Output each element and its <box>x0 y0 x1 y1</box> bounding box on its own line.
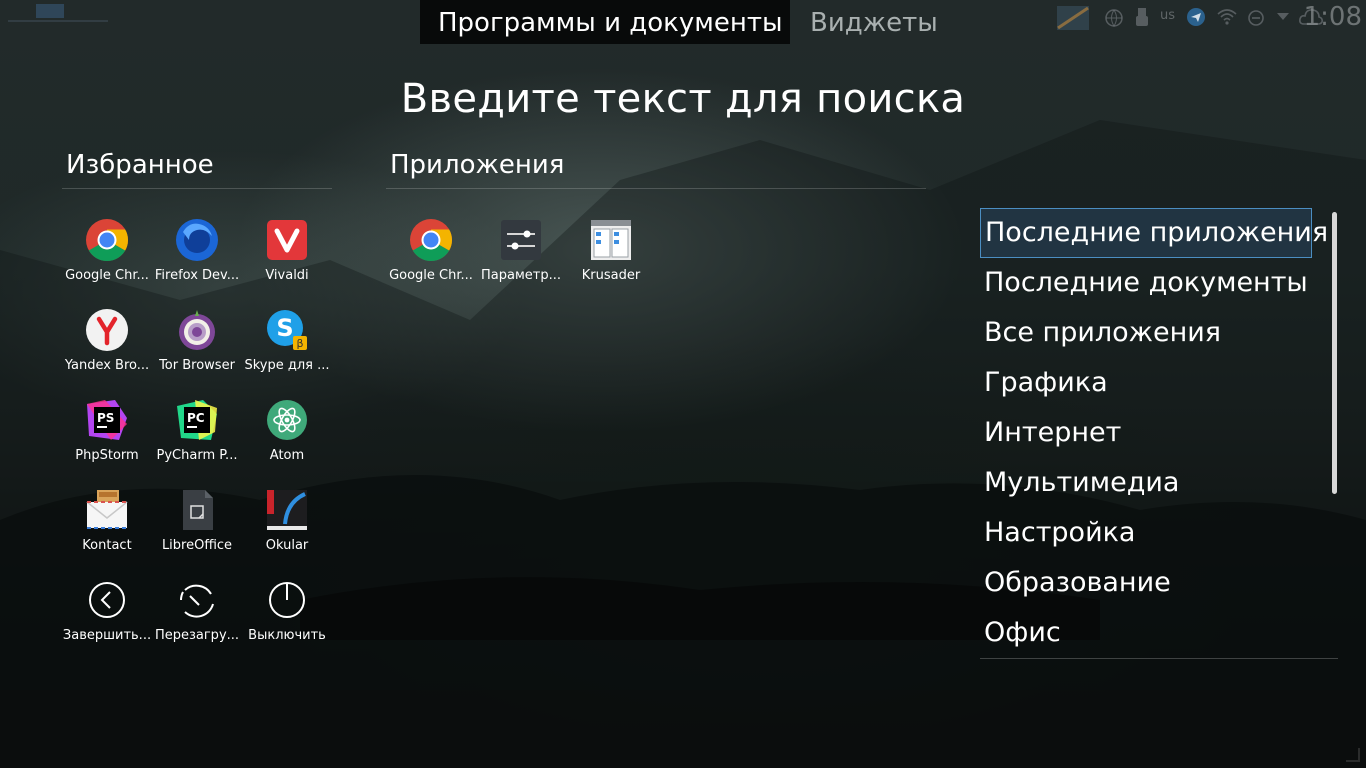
favorite-item-atom[interactable]: Atom <box>242 390 332 480</box>
panel-divider <box>8 20 108 22</box>
apps-title: Приложения <box>390 150 565 180</box>
okular-icon <box>267 490 307 530</box>
favorite-item-tor[interactable]: Tor Browser <box>152 300 242 390</box>
favorite-label: Yandex Bro... <box>64 358 150 373</box>
weather-widget-icon[interactable] <box>1056 4 1090 32</box>
tab-widgets[interactable]: Виджеты <box>792 0 956 44</box>
top-left-panel <box>0 0 120 34</box>
favorite-label: Vivaldi <box>265 268 309 283</box>
tab-programs-documents[interactable]: Программы и документы <box>420 0 790 44</box>
favorite-label: LibreOffice <box>161 538 233 553</box>
resize-grip[interactable] <box>1346 748 1360 762</box>
category-internet[interactable]: Интернет <box>980 408 1312 458</box>
search-prompt[interactable]: Введите текст для поиска <box>0 76 1366 122</box>
favorite-item-kontact[interactable]: Kontact <box>62 480 152 570</box>
favorite-label: PyCharm P... <box>156 448 238 463</box>
svg-text:β: β <box>296 337 303 350</box>
svg-text:PS: PS <box>97 411 114 425</box>
kontact-icon <box>86 490 128 529</box>
chevron-down-icon[interactable] <box>1276 12 1290 22</box>
category-all-apps[interactable]: Все приложения <box>980 308 1312 358</box>
category-divider <box>980 658 1338 659</box>
vpn-icon[interactable] <box>1246 8 1266 28</box>
skype-icon: S β <box>267 310 307 350</box>
favorite-item-pycharm[interactable]: PC PyCharm P... <box>152 390 242 480</box>
favorite-item-phpstorm[interactable]: PS PhpStorm <box>62 390 152 480</box>
globe-icon[interactable] <box>1104 8 1124 28</box>
keyboard-layout-indicator[interactable]: us <box>1160 8 1175 23</box>
krusader-icon <box>591 220 631 260</box>
app-label: Krusader <box>581 268 641 283</box>
category-education[interactable]: Образование <box>980 558 1312 608</box>
app-item-settings[interactable]: Параметр... <box>476 210 566 300</box>
apps-divider <box>386 188 926 189</box>
favorite-item-yandex[interactable]: Yandex Bro... <box>62 300 152 390</box>
favorite-item-restart[interactable]: Перезагру... <box>152 570 242 660</box>
favorite-label: Выключить <box>248 628 326 643</box>
app-label: Параметр... <box>481 268 561 283</box>
logout-icon <box>89 582 125 618</box>
category-recent-documents[interactable]: Последние документы <box>980 258 1312 308</box>
category-settings[interactable]: Настройка <box>980 508 1312 558</box>
favorites-title: Избранное <box>66 150 214 180</box>
clock[interactable]: 1:08 <box>1304 2 1362 32</box>
category-recent-apps[interactable]: Последние приложения <box>980 208 1328 258</box>
chrome-icon <box>410 219 453 262</box>
svg-text:PC: PC <box>187 411 205 425</box>
favorite-label: Skype для ... <box>244 358 330 373</box>
telegram-icon[interactable] <box>1186 7 1206 27</box>
tor-icon <box>179 310 215 350</box>
favorite-item-logout[interactable]: Завершить... <box>62 570 152 660</box>
favorite-label: Завершить... <box>62 628 152 643</box>
favorite-label: Firefox Dev... <box>154 268 240 283</box>
favorite-item-shutdown[interactable]: Выключить <box>242 570 332 660</box>
favorite-label: Atom <box>269 448 305 463</box>
app-item-chrome[interactable]: Google Chr... <box>386 210 476 300</box>
favorites-divider <box>62 188 332 189</box>
yandex-icon <box>86 309 128 351</box>
favorite-item-libreoffice[interactable]: LibreOffice <box>152 480 242 570</box>
app-label: Google Chr... <box>389 268 473 283</box>
vivaldi-icon <box>267 220 307 260</box>
chrome-icon <box>86 219 129 262</box>
favorite-label: Okular <box>265 538 309 553</box>
favorite-item-chrome[interactable]: Google Chr... <box>62 210 152 300</box>
favorite-label: Kontact <box>82 538 132 553</box>
settings-icon <box>501 220 541 260</box>
wifi-icon[interactable] <box>1216 8 1238 26</box>
svg-text:S: S <box>276 314 293 342</box>
pager-widget[interactable] <box>36 4 64 18</box>
launcher-tabs: Программы и документы Виджеты <box>420 0 950 44</box>
pycharm-icon: PC <box>177 400 217 440</box>
firefox-icon <box>176 219 218 261</box>
favorite-label: Перезагру... <box>154 628 240 643</box>
libreoffice-icon <box>183 490 213 530</box>
restart-icon <box>180 584 214 618</box>
atom-icon <box>267 400 307 440</box>
favorite-item-skype[interactable]: S β Skype для ... <box>242 300 332 390</box>
app-item-krusader[interactable]: Krusader <box>566 210 656 300</box>
favorite-label: Tor Browser <box>159 358 235 373</box>
favorite-item-vivaldi[interactable]: Vivaldi <box>242 210 332 300</box>
favorite-item-okular[interactable]: Okular <box>242 480 332 570</box>
usb-icon[interactable] <box>1134 6 1150 28</box>
favorite-label: Google Chr... <box>65 268 149 283</box>
system-tray: us 1:08 <box>1056 0 1366 36</box>
favorite-label: PhpStorm <box>75 448 139 463</box>
phpstorm-icon: PS <box>87 400 127 440</box>
category-scrollbar[interactable] <box>1332 212 1337 494</box>
category-office[interactable]: Офис <box>980 608 1312 658</box>
power-icon <box>269 582 305 618</box>
category-multimedia[interactable]: Мультимедиа <box>980 458 1312 508</box>
favorite-item-firefox-dev[interactable]: Firefox Dev... <box>152 210 242 300</box>
category-list: Последние приложения Последние документы… <box>980 208 1328 658</box>
category-graphics[interactable]: Графика <box>980 358 1312 408</box>
